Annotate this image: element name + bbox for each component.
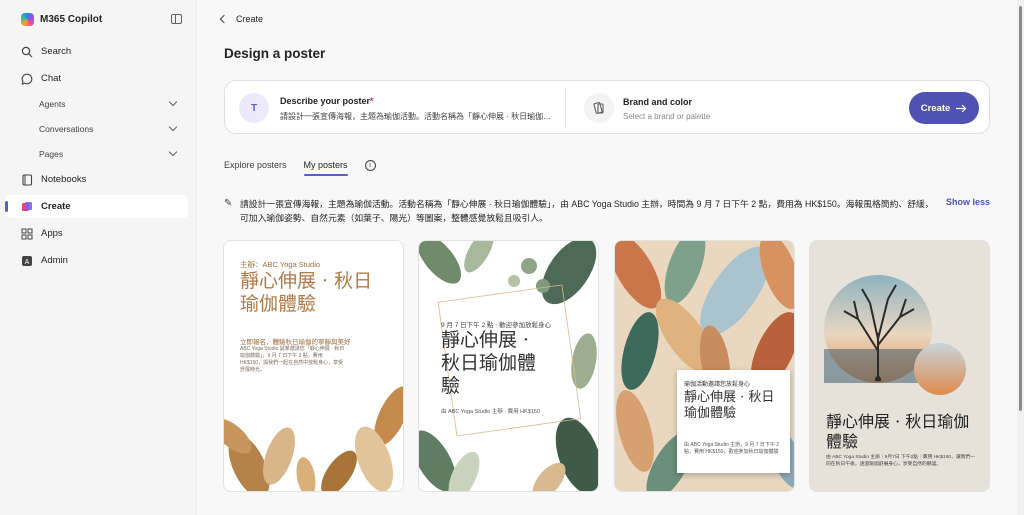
poster-description: 由 ABC Yoga Studio 主辦｜9月7日 下午2點｜費用 HK$150… [826,455,976,467]
poster-title: 靜心伸展 · 秋日瑜伽體驗 [684,390,775,421]
copilot-logo-icon [21,12,34,26]
chevron-down-icon [168,122,178,132]
arrow-right-icon [956,104,967,112]
poster-card[interactable]: 靜心伸展 · 秋日瑜伽體驗 由 ABC Yoga Studio 主辦｜9月7日 … [809,240,990,492]
nav-label: Admin [41,255,68,266]
nav-item-create[interactable]: Create [5,195,188,218]
notebook-icon [21,173,33,186]
info-icon[interactable]: i [364,159,376,171]
divider [565,89,566,127]
svg-text:A: A [25,259,30,266]
nav-item-notebooks[interactable]: Notebooks [5,168,188,191]
poster-description: 由 ABC Yoga Studio 主辦，9 月 7 日下午 2 點，費用 HK… [684,442,780,455]
brand-icon[interactable] [584,93,614,123]
chevron-left-icon [219,14,229,24]
app-title: M365 Copilot [40,13,103,25]
nav-label: Pages [39,148,64,159]
poster-text-card: 瑜伽活動邀請您放鬆身心 靜心伸展 · 秋日瑜伽體驗 由 ABC Yoga Stu… [677,370,790,473]
prompt-label-text: Describe your poster [280,96,371,106]
poster-description: ABC Yoga Studio 誠摯邀請您「靜心伸展 · 秋日瑜伽體驗」，9 月… [240,346,345,373]
search-icon [21,46,33,58]
nav-item-pages[interactable]: Pages [5,142,188,165]
poster-title: 靜心伸展 · 秋日瑜伽體驗 [441,329,537,397]
scrollbar-thumb[interactable] [1019,6,1022,411]
main-content: Create Design a poster T Describe your p… [196,0,1017,515]
nav-label: Create [41,201,71,212]
sparkle-icon: ✎ [224,198,233,209]
create-icon [21,201,33,213]
text-prompt-icon: T [239,93,269,123]
poster-title: 靜心伸展 · 秋日瑜伽體驗 [240,270,373,315]
poster-title: 靜心伸展 · 秋日瑜伽體驗 [826,412,970,451]
scrollbar[interactable] [1017,0,1024,515]
nav-item-conversations[interactable]: Conversations [5,117,188,140]
poster-organizer: 由 ABC Yoga Studio 主辦 · 費用 HK$150 [441,409,541,415]
show-less-link[interactable]: Show less [946,197,990,207]
nav-item-apps[interactable]: Apps [5,222,188,245]
prompt-label: Describe your poster* [280,96,374,106]
chevron-down-icon [168,147,178,157]
nav-label: Conversations [39,123,94,134]
app-header: M365 Copilot [21,11,182,27]
sidebar: M365 Copilot Search Chat Agents Conversa… [0,0,196,515]
apps-grid-icon [21,228,33,240]
poster-composer: T Describe your poster* 請設計一張宣傳海報，主題為瑜伽活… [224,80,990,134]
brand-placeholder: Select a brand or palette [623,112,711,121]
admin-icon: A [21,255,33,267]
nav-item-search[interactable]: Search [5,40,188,63]
nav-item-agents[interactable]: Agents [5,92,188,115]
nav-label: Apps [41,228,63,239]
required-mark: * [370,96,374,106]
poster-organizer: 主辦：ABC Yoga Studio [240,260,321,269]
back-button[interactable]: Create [219,12,263,26]
nav-label: Notebooks [41,174,87,185]
poster-subtitle: 立即報名，體驗秋日瑜伽的寧靜與美好 [240,339,351,346]
poster-card[interactable]: 瑜伽活動邀請您放鬆身心 靜心伸展 · 秋日瑜伽體驗 由 ABC Yoga Stu… [614,240,795,492]
tab-my-posters[interactable]: My posters [303,160,348,176]
create-button-label: Create [920,102,951,114]
prompt-input[interactable]: 請設計一張宣傳海報，主題為瑜伽活動。活動名稱為「靜心伸展 · 秋日瑜伽體驗」，由… [280,111,552,122]
poster-card[interactable]: 主辦：ABC Yoga Studio 靜心伸展 · 秋日瑜伽體驗 立即報名，體驗… [223,240,404,492]
poster-tagline: 瑜伽活動邀請您放鬆身心 [684,382,751,388]
nav-label: Chat [41,73,62,84]
sidebar-toggle-icon[interactable] [171,14,182,24]
tab-explore-posters[interactable]: Explore posters [224,160,287,176]
page-title: Design a poster [224,46,326,61]
chevron-down-icon [168,97,178,107]
nav-label: Search [41,46,72,57]
poster-tabs: Explore posters My posters i [224,159,376,176]
prompt-full-text: 請設計一張宣傳海報，主題為瑜伽活動。活動名稱為「靜心伸展 · 秋日瑜伽體驗」，由… [240,199,934,223]
nav-item-admin[interactable]: A Admin [5,249,188,272]
chat-icon [21,73,33,85]
brand-label[interactable]: Brand and color [623,97,692,107]
poster-card[interactable]: 9 月 7 日下午 2 點 · 歡迎參加放鬆身心 靜心伸展 · 秋日瑜伽體驗 由… [418,240,599,492]
back-label: Create [236,14,264,24]
nav-item-chat[interactable]: Chat [5,67,188,90]
nav-label: Agents [39,98,66,109]
poster-date: 9 月 7 日下午 2 點 · 歡迎參加放鬆身心 [441,322,552,329]
create-button[interactable]: Create [909,92,979,124]
